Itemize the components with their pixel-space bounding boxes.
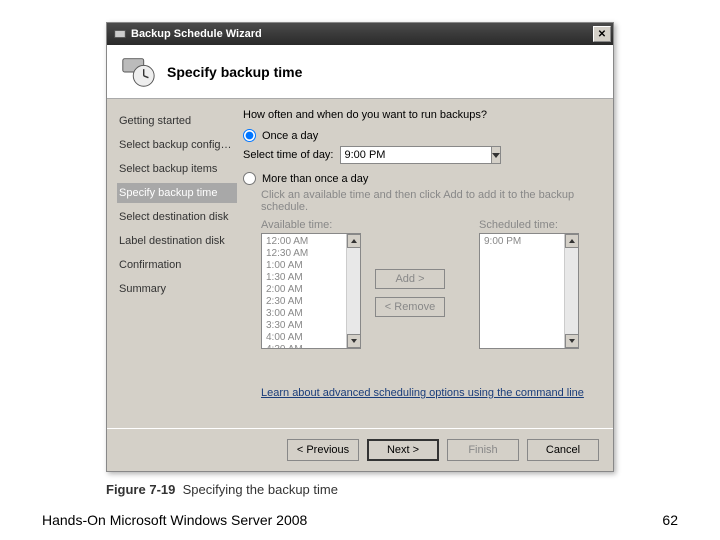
chevron-down-icon[interactable]	[491, 146, 501, 164]
sidebar-item-label-disk[interactable]: Label destination disk	[117, 231, 237, 251]
sidebar-item-specify-time[interactable]: Specify backup time	[117, 183, 237, 203]
radio-more-than-once[interactable]	[243, 172, 256, 185]
figure-caption: Figure 7-19 Specifying the backup time	[106, 482, 338, 497]
cancel-button[interactable]: Cancel	[527, 439, 599, 461]
finish-button[interactable]: Finish	[447, 439, 519, 461]
wizard-window: Backup Schedule Wizard ✕ Specify backup …	[106, 22, 614, 472]
figure-number: Figure 7-19	[106, 482, 175, 497]
scroll-up-icon[interactable]	[565, 234, 578, 248]
page-title: Specify backup time	[167, 64, 302, 80]
figure-text: Specifying the backup time	[183, 482, 338, 497]
radio-once-a-day[interactable]	[243, 129, 256, 142]
scroll-down-icon[interactable]	[347, 334, 360, 348]
scheduled-time-label: Scheduled time:	[479, 219, 579, 231]
titlebar: Backup Schedule Wizard ✕	[107, 23, 613, 45]
add-button[interactable]: Add >	[375, 269, 445, 289]
radio-more-label: More than once a day	[262, 173, 368, 185]
time-of-day-combo[interactable]	[340, 146, 460, 164]
time-of-day-input[interactable]	[340, 146, 491, 164]
scroll-up-icon[interactable]	[347, 234, 360, 248]
sidebar-item-select-items[interactable]: Select backup items	[117, 159, 237, 179]
scrollbar[interactable]	[564, 234, 578, 348]
book-footer: Hands-On Microsoft Windows Server 2008	[42, 512, 307, 528]
wizard-header: Specify backup time	[107, 45, 613, 99]
available-time-label: Available time:	[261, 219, 361, 231]
page-number: 62	[662, 512, 678, 528]
sidebar-item-select-config[interactable]: Select backup configur…	[117, 135, 237, 155]
scroll-down-icon[interactable]	[565, 334, 578, 348]
sidebar-item-summary[interactable]: Summary	[117, 279, 237, 299]
window-title: Backup Schedule Wizard	[131, 28, 593, 40]
next-button[interactable]: Next >	[367, 439, 439, 461]
advanced-scheduling-link[interactable]: Learn about advanced scheduling options …	[261, 387, 584, 399]
backup-clock-icon	[119, 53, 157, 91]
radio-once-label: Once a day	[262, 130, 318, 142]
sidebar-item-getting-started[interactable]: Getting started	[117, 111, 237, 131]
previous-button[interactable]: < Previous	[287, 439, 359, 461]
time-of-day-label: Select time of day:	[243, 149, 334, 161]
scrollbar[interactable]	[346, 234, 360, 348]
scheduled-time-listbox[interactable]: 9:00 PM	[479, 233, 579, 349]
wizard-main: How often and when do you want to run ba…	[237, 99, 613, 429]
close-icon[interactable]: ✕	[593, 26, 611, 42]
app-icon	[113, 27, 127, 41]
remove-button[interactable]: < Remove	[375, 297, 445, 317]
prompt-text: How often and when do you want to run ba…	[243, 109, 599, 121]
sidebar-item-destination-disk[interactable]: Select destination disk	[117, 207, 237, 227]
wizard-footer: < Previous Next > Finish Cancel	[107, 428, 613, 471]
available-time-listbox[interactable]: 12:00 AM 12:30 AM 1:00 AM 1:30 AM 2:00 A…	[261, 233, 361, 349]
sidebar-item-confirmation[interactable]: Confirmation	[117, 255, 237, 275]
more-hint-text: Click an available time and then click A…	[261, 189, 599, 213]
wizard-sidebar: Getting started Select backup configur… …	[107, 99, 237, 429]
